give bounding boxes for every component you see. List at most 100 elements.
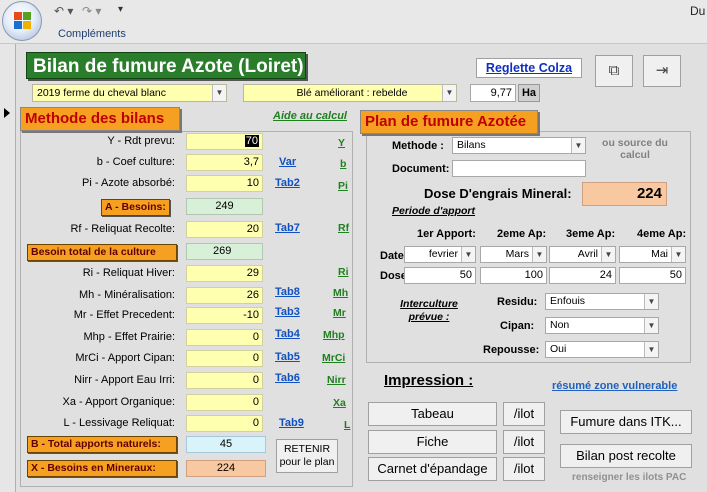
apport-cipan-label: MrCi - Apport Cipan: (75, 352, 175, 364)
dose-engrais-value: 224 (582, 182, 667, 206)
customize-toolbar-icon[interactable]: ▾ (118, 4, 123, 15)
tab2-link[interactable]: Tab2 (275, 177, 300, 189)
lessivage-input[interactable]: 0 (186, 415, 263, 432)
apport-1-date-select[interactable]: fevrier ▼ (404, 246, 476, 263)
plan-fumure-heading: Plan de fumure Azotée (360, 110, 538, 134)
col-ri-link[interactable]: Ri (338, 266, 349, 278)
fiche-ilot-button[interactable]: /ilot (503, 430, 545, 454)
fiche-button[interactable]: Fiche (368, 430, 497, 454)
coef-culture-label: b - Coef culture: (96, 156, 175, 168)
apport-1-dose-input[interactable]: 50 (404, 267, 476, 284)
area-input[interactable]: 9,77 (470, 84, 516, 102)
chevron-down-icon: ▼ (442, 85, 456, 101)
apport-eau-input[interactable]: 0 (186, 372, 263, 389)
rdt-prevu-input[interactable]: 70 (186, 133, 263, 150)
copy-icon: ⧉ (608, 62, 620, 79)
bilan-post-recolte-button[interactable]: Bilan post recolte (560, 444, 692, 468)
farm-year-select[interactable]: 2019 ferme du cheval blanc ▼ (32, 84, 227, 102)
chevron-down-icon: ▼ (671, 247, 685, 262)
current-row-arrow-icon (4, 108, 10, 118)
apport-1-head: 1er Apport: (417, 228, 476, 240)
document-label: Document: (392, 163, 450, 175)
office-button[interactable] (2, 1, 42, 41)
redo-icon[interactable]: ↷ ▾ (82, 4, 101, 18)
azote-absorbe-input[interactable]: 10 (186, 175, 263, 192)
carnet-epandage-button[interactable]: Carnet d'épandage (368, 457, 497, 481)
tab6-link[interactable]: Tab6 (275, 372, 300, 384)
repousse-select[interactable]: Oui ▼ (545, 341, 659, 358)
tabeau-button[interactable]: Tabeau (368, 402, 497, 426)
aide-calcul-link[interactable]: Aide au calcul (273, 110, 347, 122)
besoins-mineraux-label: X - Besoins en Mineraux: (27, 460, 177, 477)
col-mhp-link[interactable]: Mhp (323, 329, 345, 341)
apport-eau-label: Nirr - Apport Eau Irri: (74, 374, 175, 386)
tab7-link[interactable]: Tab7 (275, 222, 300, 234)
tab5-link[interactable]: Tab5 (275, 351, 300, 363)
apport-2-dose-input[interactable]: 100 (480, 267, 547, 284)
undo-icon[interactable]: ↶ ▾ (54, 4, 73, 18)
apport-2-date-select[interactable]: Mars ▼ (480, 246, 547, 263)
methode-select[interactable]: Bilans ▼ (452, 137, 586, 154)
tab-complements[interactable]: Compléments (58, 28, 126, 40)
col-mrci-link[interactable]: MrCi (322, 352, 345, 364)
chevron-down-icon: ▼ (212, 85, 226, 101)
col-rf-link[interactable]: Rf (338, 222, 349, 234)
col-mh-link[interactable]: Mh (333, 287, 348, 299)
besoins-label: A - Besoins: (101, 199, 170, 216)
effet-prairie-label: Mhp - Effet Prairie: (83, 331, 176, 343)
apport-organique-label: Xa - Apport Organique: (62, 396, 175, 408)
exit-button[interactable]: ⇥ (643, 55, 681, 87)
office-logo-icon (14, 12, 32, 30)
total-apports-label: B - Total apports naturels: (27, 436, 177, 453)
tab9-link[interactable]: Tab9 (279, 417, 304, 429)
coef-culture-input[interactable]: 3,7 (186, 154, 263, 171)
impression-heading: Impression : (384, 372, 474, 389)
apport-4-dose-input[interactable]: 50 (619, 267, 686, 284)
ou-source-label: ou source du calcul (602, 137, 668, 161)
resume-zone-link[interactable]: résumé zone vulnerable (552, 380, 677, 392)
var-link[interactable]: Var (279, 156, 296, 168)
col-mr-link[interactable]: Mr (333, 307, 346, 319)
reliquat-recolte-input[interactable]: 20 (186, 221, 263, 238)
col-nirr-link[interactable]: Nirr (327, 374, 346, 386)
reliquat-hiver-input[interactable]: 29 (186, 265, 263, 282)
repousse-label: Repousse: (483, 344, 540, 356)
document-input[interactable] (452, 160, 586, 177)
col-l-link[interactable]: L (344, 419, 350, 431)
apport-organique-input[interactable]: 0 (186, 394, 263, 411)
reglette-colza-link[interactable]: Reglette Colza (476, 58, 582, 78)
tab8-link[interactable]: Tab8 (275, 286, 300, 298)
carnet-ilot-button[interactable]: /ilot (503, 457, 545, 481)
residu-select[interactable]: Enfouis ▼ (545, 293, 659, 310)
fumure-itk-button[interactable]: Fumure dans ITK... (560, 410, 692, 434)
apport-3-dose-input[interactable]: 24 (549, 267, 616, 284)
col-pi-link[interactable]: Pi (338, 180, 348, 192)
chevron-down-icon: ▼ (532, 247, 546, 262)
apport-cipan-input[interactable]: 0 (186, 350, 263, 367)
reliquat-hiver-label: Ri - Reliquat Hiver: (82, 267, 175, 279)
effet-precedent-input[interactable]: -10 (186, 307, 263, 324)
apport-4-date-select[interactable]: Mai ▼ (619, 246, 686, 263)
col-y-link[interactable]: Y (338, 137, 345, 149)
crop-select[interactable]: Blé améliorant : rebelde ▼ (243, 84, 457, 102)
periode-apport-label: Periode d'apport (392, 205, 476, 217)
page-title: Bilan de fumure Azote (Loiret) (26, 52, 306, 79)
apport-3-date-select[interactable]: Avril ▼ (549, 246, 616, 263)
besoins-value: 249 (186, 198, 263, 215)
tab3-link[interactable]: Tab3 (275, 306, 300, 318)
col-xa-link[interactable]: Xa (333, 397, 346, 409)
besoin-total-label: Besoin total de la culture (27, 244, 177, 261)
chevron-down-icon: ▼ (644, 294, 658, 309)
tabeau-ilot-button[interactable]: /ilot (503, 402, 545, 426)
retenir-button[interactable]: RETENIR pour le plan (276, 439, 338, 473)
cipan-select[interactable]: Non ▼ (545, 317, 659, 334)
apport-2-head: 2eme Ap: (497, 228, 547, 240)
mineralisation-input[interactable]: 26 (186, 287, 263, 304)
besoins-mineraux-value: 224 (186, 460, 266, 477)
cipan-label: Cipan: (500, 320, 535, 332)
rdt-prevu-label: Y - Rdt prevu: (107, 135, 175, 147)
tab4-link[interactable]: Tab4 (275, 328, 300, 340)
copy-sheet-button[interactable]: ⧉ (595, 55, 633, 87)
col-b-link[interactable]: b (340, 158, 346, 170)
effet-prairie-input[interactable]: 0 (186, 329, 263, 346)
